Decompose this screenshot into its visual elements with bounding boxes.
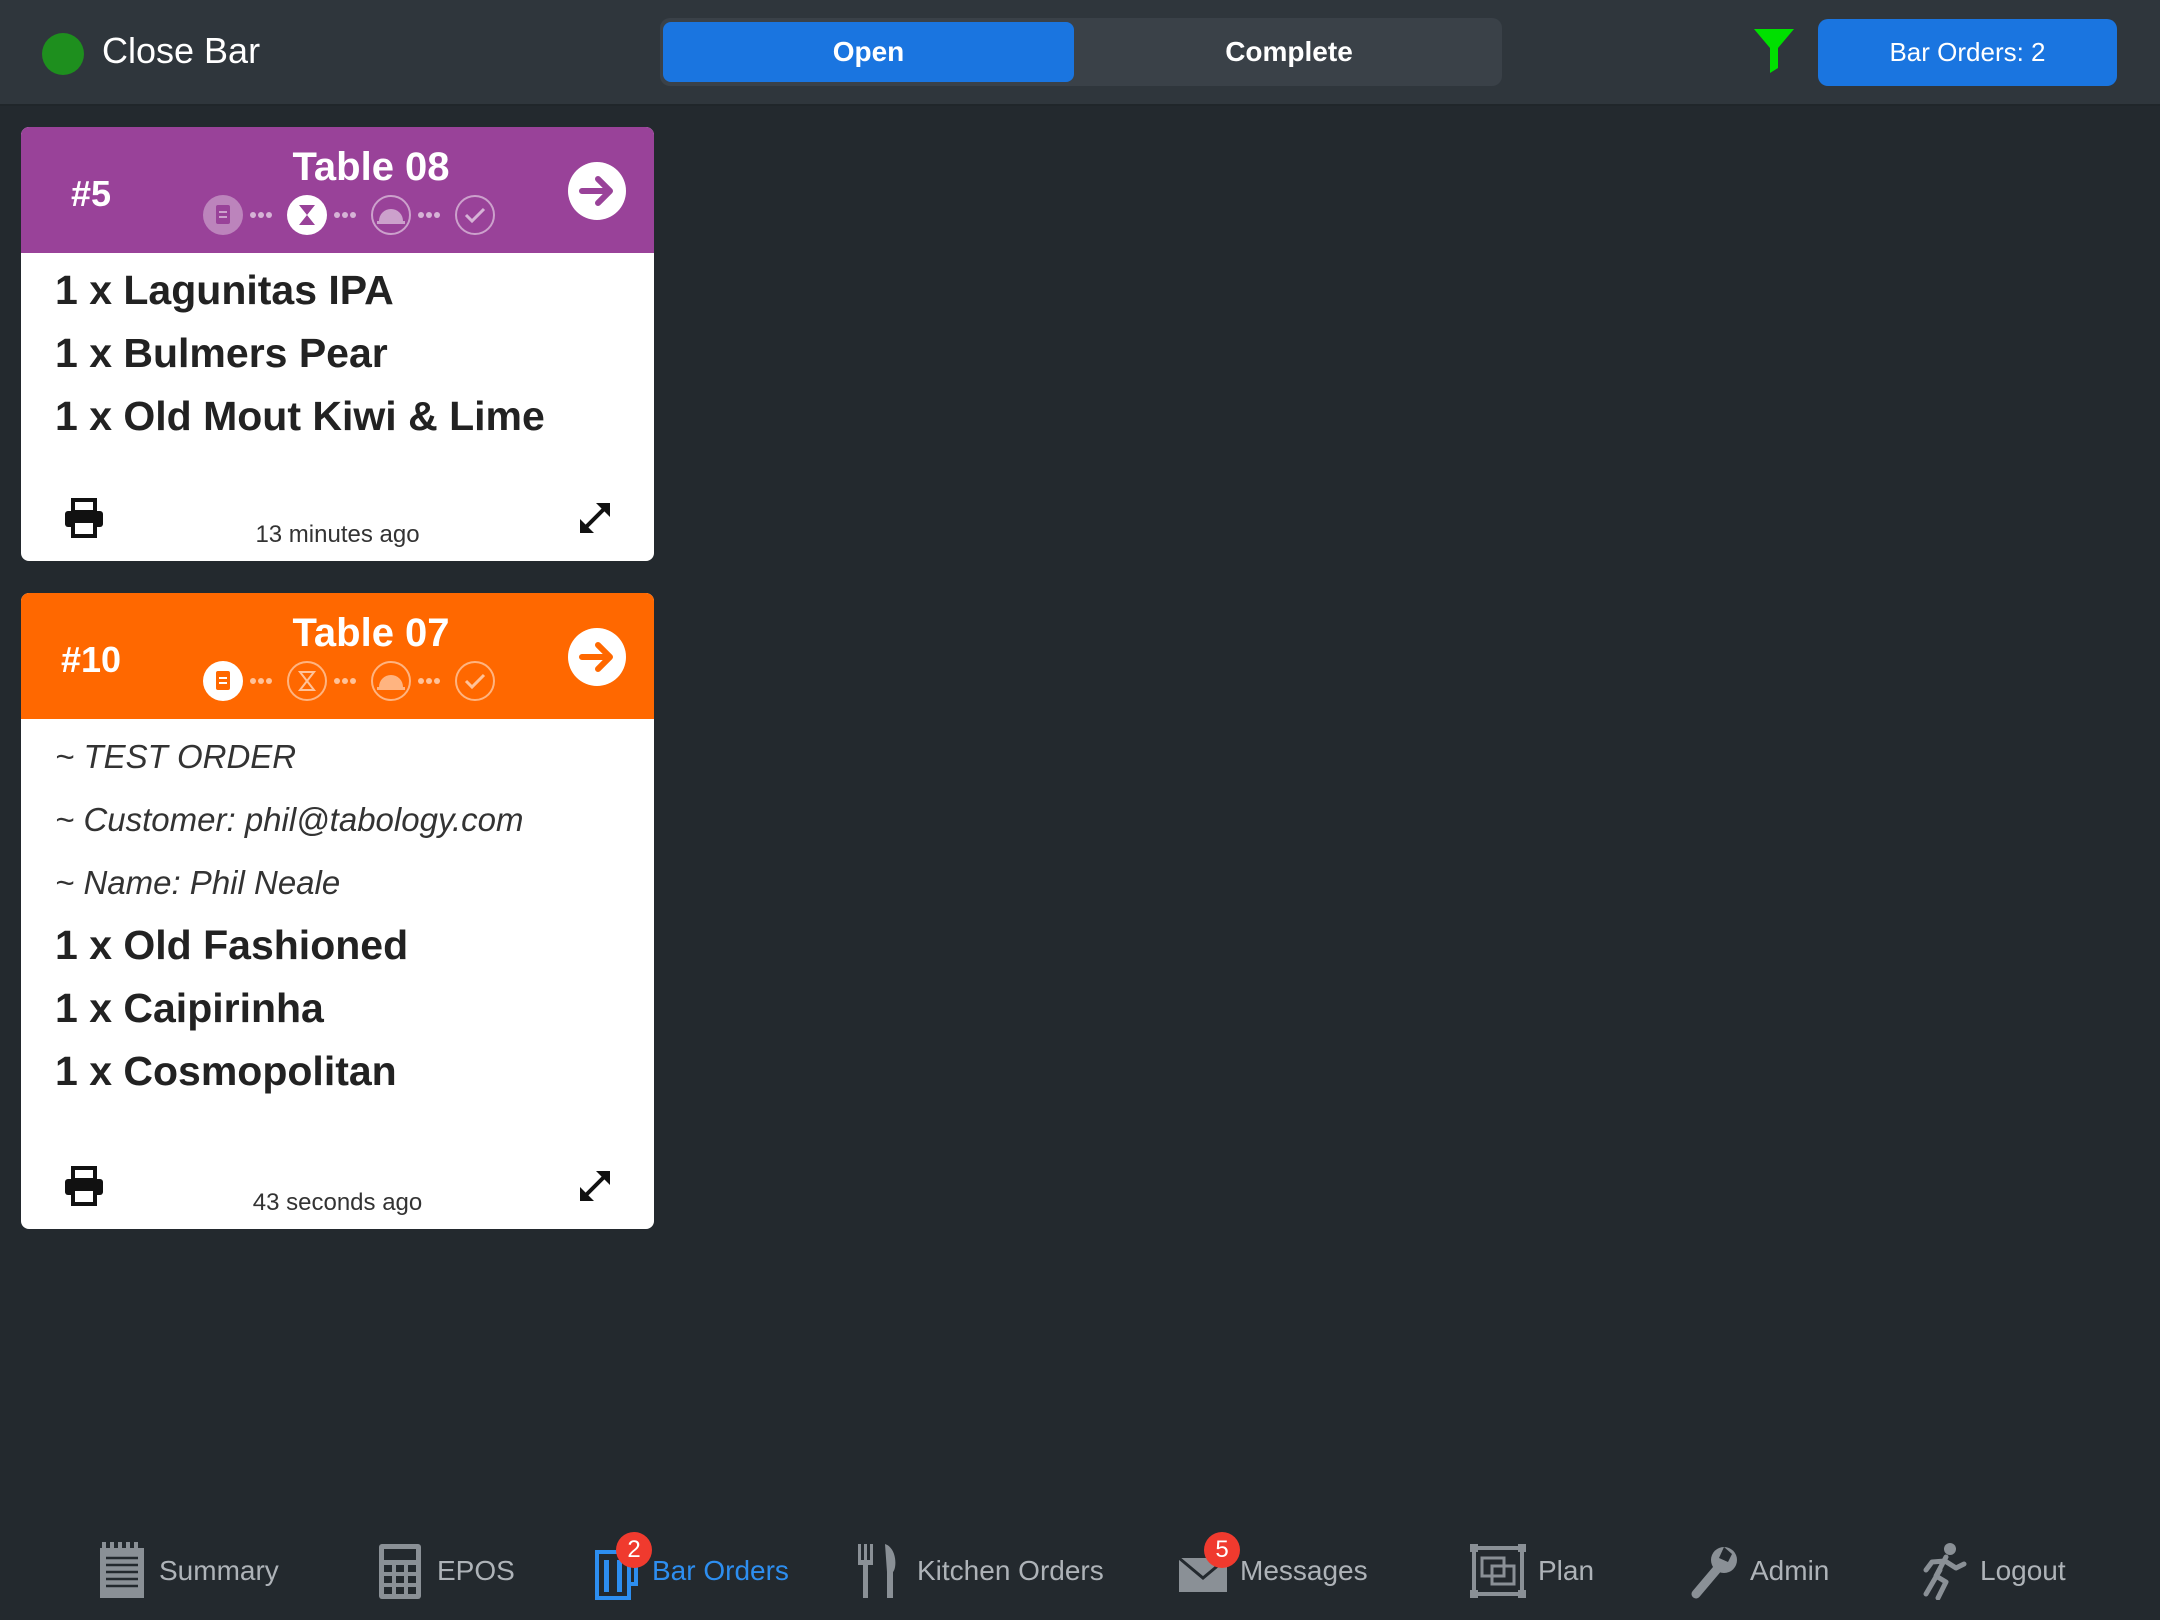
top-bar: Close Bar Open Complete Bar Orders: 2: [0, 0, 2160, 106]
order-number: #10: [60, 639, 122, 680]
order-note: ~ TEST ORDER: [55, 738, 297, 775]
order-item: 1 x Cosmopolitan: [55, 1048, 397, 1094]
tab-label: Logout: [1980, 1555, 2066, 1586]
tab-logout[interactable]: Logout: [1918, 1522, 2066, 1620]
tab-messages[interactable]: 5 Messages: [1178, 1522, 1368, 1620]
advance-order-arrow-icon[interactable]: [566, 626, 628, 688]
receipt-icon: [203, 195, 243, 235]
bar-status-indicator: [42, 33, 84, 75]
order-item: 1 x Caipirinha: [55, 985, 324, 1031]
expand-icon[interactable]: [576, 499, 614, 537]
order-items: ~ TEST ORDER ~ Customer: phil@tabology.c…: [21, 719, 654, 1103]
table-name: Table 07: [292, 611, 450, 655]
tab-summary[interactable]: Summary: [97, 1522, 279, 1620]
tab-label: Plan: [1538, 1555, 1595, 1586]
close-bar-button[interactable]: Close Bar: [102, 30, 260, 72]
wrench-icon: [1691, 1547, 1737, 1599]
hourglass-icon: [287, 661, 327, 701]
tab-bar-orders[interactable]: 2 Bar Orders: [590, 1522, 789, 1620]
order-item: 1 x Lagunitas IPA: [55, 267, 394, 313]
receipt-icon: [203, 661, 243, 701]
order-card[interactable]: #10 Table 07 ~ TEST ORDER ~ Customer: ph…: [21, 593, 654, 1229]
glass-icon-wrapper: 2: [590, 1532, 652, 1600]
tab-label: Bar Orders: [652, 1555, 789, 1586]
tab-admin[interactable]: Admin: [1688, 1522, 1829, 1620]
check-icon: [455, 195, 495, 235]
segment-complete[interactable]: Complete: [1080, 22, 1498, 82]
tab-label: Admin: [1750, 1555, 1830, 1586]
bar-orders-count-button[interactable]: Bar Orders: 2: [1818, 19, 2117, 86]
tab-plan[interactable]: Plan: [1470, 1522, 1594, 1620]
hourglass-icon: [287, 195, 327, 235]
filter-icon[interactable]: [1752, 26, 1796, 74]
tab-label: Messages: [1240, 1555, 1368, 1586]
floorplan-icon: [1470, 1544, 1526, 1598]
check-icon: [455, 661, 495, 701]
table-name: Table 08: [292, 145, 450, 189]
order-time: 13 minutes ago: [255, 521, 420, 548]
segment-open[interactable]: Open: [663, 22, 1074, 82]
cloche-icon: [371, 195, 411, 235]
tab-kitchen-orders[interactable]: Kitchen Orders: [855, 1522, 1104, 1620]
order-card[interactable]: #5 Table 08 1 x Lagunitas IPA 1 x Bulmer…: [21, 127, 654, 561]
order-items: 1 x Lagunitas IPA 1 x Bulmers Pear 1 x O…: [21, 253, 654, 448]
tab-label: Summary: [159, 1555, 279, 1586]
order-note: ~ Customer: phil@tabology.com: [55, 801, 524, 838]
expand-icon[interactable]: [576, 1167, 614, 1205]
cutlery-icon: [858, 1544, 896, 1598]
tab-label: EPOS: [437, 1555, 515, 1586]
advance-order-arrow-icon[interactable]: [566, 160, 628, 222]
order-card-header: #5 Table 08: [21, 127, 654, 253]
tab-epos[interactable]: EPOS: [375, 1522, 515, 1620]
notification-badge: 2: [616, 1532, 652, 1568]
order-progress-stages: [203, 195, 495, 235]
calculator-icon: [379, 1544, 421, 1599]
tab-label: Kitchen Orders: [917, 1555, 1104, 1586]
envelope-icon-wrapper: 5: [1178, 1532, 1240, 1600]
order-item: 1 x Old Mout Kiwi & Lime: [55, 393, 545, 439]
order-note: ~ Name: Phil Neale: [55, 864, 341, 901]
running-person-icon: [1923, 1543, 1967, 1600]
notepad-icon: [100, 1542, 144, 1598]
order-card-header: #10 Table 07: [21, 593, 654, 719]
order-status-segmented-control: Open Complete: [660, 18, 1502, 86]
notification-badge: 5: [1204, 1532, 1240, 1568]
order-item: 1 x Bulmers Pear: [55, 330, 388, 376]
order-progress-stages: [203, 661, 495, 701]
order-number: #5: [70, 173, 112, 214]
order-time: 43 seconds ago: [252, 1189, 423, 1216]
cloche-icon: [371, 661, 411, 701]
order-item: 1 x Old Fashioned: [55, 922, 409, 968]
bottom-tab-bar: Summary EPOS 2 Bar Orders Kitchen Orders…: [0, 1522, 2160, 1620]
